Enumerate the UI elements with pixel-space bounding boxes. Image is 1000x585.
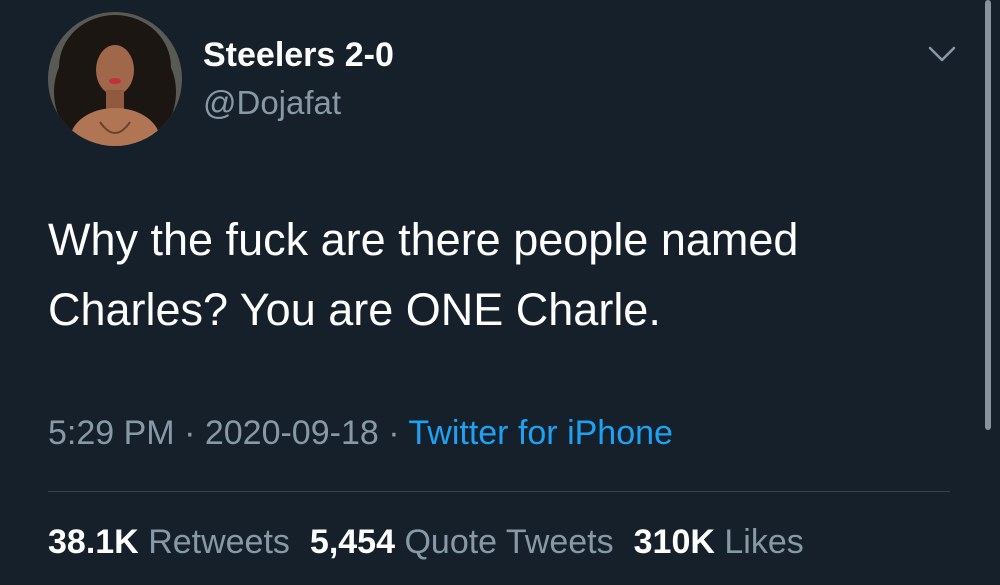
- separator: ·: [174, 414, 205, 452]
- quote-tweets-label: Quote Tweets: [404, 523, 614, 561]
- user-handle[interactable]: @Dojafat: [203, 84, 341, 122]
- divider: [48, 491, 950, 492]
- tweet-time[interactable]: 5:29 PM: [48, 414, 175, 452]
- likes-stat[interactable]: 310K Likes: [634, 523, 804, 562]
- tweet-meta: 5:29 PM · 2020-09-18 · Twitter for iPhon…: [48, 414, 673, 453]
- chevron-down-icon[interactable]: [925, 42, 959, 66]
- tweet-date[interactable]: 2020-09-18: [205, 414, 379, 452]
- retweets-count: 38.1K: [48, 523, 139, 561]
- likes-label: Likes: [724, 523, 804, 561]
- scrollbar[interactable]: [985, 0, 991, 430]
- retweets-stat[interactable]: 38.1K Retweets: [48, 523, 290, 562]
- tweet-text: Why the fuck are there people named Char…: [48, 205, 968, 345]
- separator: ·: [378, 414, 409, 452]
- tweet-source-link[interactable]: Twitter for iPhone: [408, 414, 673, 452]
- profile-photo: [48, 12, 182, 146]
- tweet-text-line: Why the fuck are there people named: [48, 214, 799, 265]
- likes-count: 310K: [633, 523, 715, 561]
- display-name[interactable]: Steelers 2-0: [203, 36, 394, 75]
- retweets-label: Retweets: [148, 523, 290, 561]
- quote-tweets-stat[interactable]: 5,454 Quote Tweets: [310, 523, 614, 562]
- engagement-stats: 38.1K Retweets 5,454 Quote Tweets 310K Lik…: [48, 523, 824, 562]
- tweet-text-line: Charles? You are ONE Charle.: [48, 284, 661, 335]
- avatar[interactable]: [48, 12, 182, 146]
- quote-tweets-count: 5,454: [309, 523, 396, 561]
